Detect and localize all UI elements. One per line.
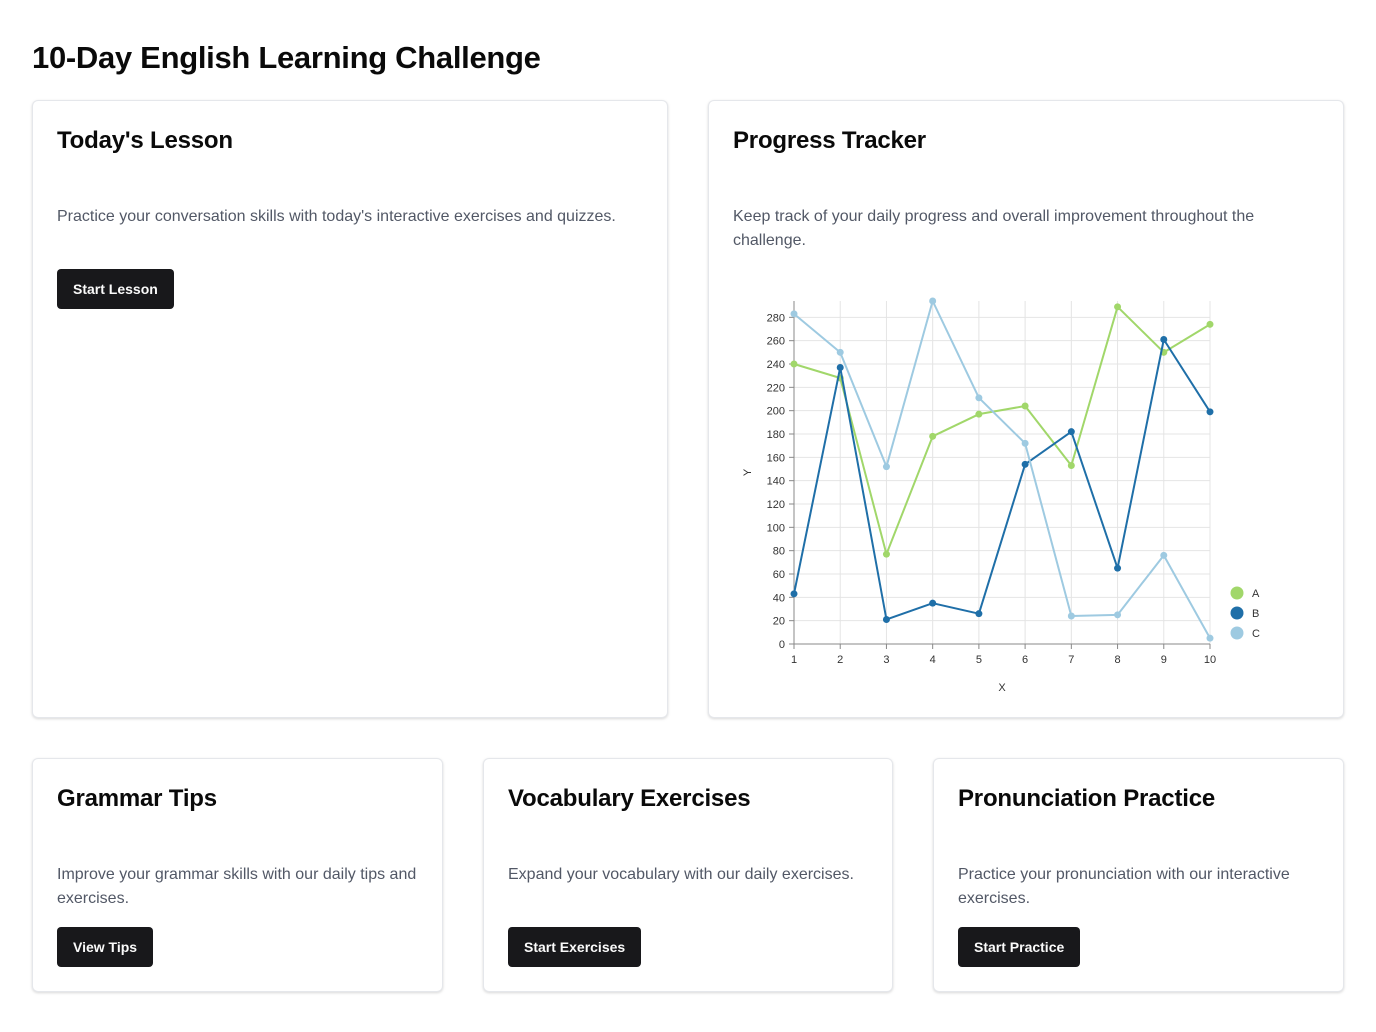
data-point-a — [929, 432, 937, 440]
grammar-tips-card: Grammar Tips Improve your grammar skills… — [32, 758, 443, 992]
data-point-a — [1114, 303, 1122, 311]
data-point-c — [1114, 611, 1122, 619]
x-tick-label: 6 — [1022, 654, 1028, 666]
x-tick-label: 3 — [883, 654, 889, 666]
y-tick-label: 240 — [767, 359, 785, 371]
x-tick-label: 8 — [1114, 654, 1120, 666]
x-tick-label: 2 — [837, 654, 843, 666]
y-tick-label: 80 — [773, 546, 785, 558]
data-point-c — [929, 297, 937, 305]
data-point-a — [1067, 462, 1075, 469]
legend-label-c: C — [1252, 628, 1260, 640]
data-point-b — [929, 599, 937, 607]
todays-lesson-title: Today's Lesson — [57, 127, 233, 154]
data-point-b — [882, 616, 890, 623]
x-tick-label: 7 — [1068, 654, 1074, 666]
y-tick-label: 20 — [773, 616, 785, 628]
x-tick-label: 1 — [791, 654, 797, 666]
progress-tracker-description: Keep track of your daily progress and ov… — [733, 208, 1255, 249]
series-line-c — [793, 300, 1211, 639]
grammar-tips-description: Improve your grammar skills with our dai… — [57, 866, 417, 907]
data-point-b — [975, 610, 983, 618]
pronunciation-practice-title: Pronunciation Practice — [958, 785, 1215, 812]
data-point-b — [1114, 564, 1122, 572]
y-tick-label: 40 — [773, 592, 785, 604]
data-point-a — [975, 410, 983, 418]
legend-swatch-a — [1230, 586, 1244, 600]
legend-swatch-c — [1230, 626, 1244, 640]
data-point-c — [790, 310, 798, 318]
vocabulary-exercises-title: Vocabulary Exercises — [508, 785, 751, 812]
y-tick-label: 260 — [767, 336, 785, 348]
start-exercises-button[interactable]: Start Exercises — [508, 927, 642, 967]
legend-label-b: B — [1252, 608, 1259, 620]
y-tick-label: 100 — [767, 522, 785, 534]
data-point-b — [1160, 336, 1168, 343]
data-point-b — [1067, 428, 1075, 436]
page-title: 10-Day English Learning Challenge — [32, 40, 541, 75]
y-tick-label: 280 — [767, 312, 785, 324]
legend-swatch-b — [1230, 606, 1244, 620]
legend-label-a: A — [1252, 588, 1260, 600]
data-point-a — [882, 550, 890, 558]
y-tick-label: 180 — [767, 429, 785, 441]
data-point-b — [1021, 460, 1029, 468]
y-tick-label: 120 — [767, 499, 785, 511]
data-point-c — [1067, 612, 1075, 620]
todays-lesson-card: Today's Lesson Practice your conversatio… — [32, 100, 668, 718]
data-point-c — [836, 348, 844, 356]
data-point-c — [1206, 634, 1214, 642]
y-tick-label: 60 — [773, 569, 785, 581]
progress-tracker-title: Progress Tracker — [733, 127, 926, 154]
y-axis-title: Y — [742, 468, 754, 476]
data-point-c — [975, 394, 983, 402]
start-practice-button[interactable]: Start Practice — [958, 927, 1081, 967]
data-point-b — [1206, 408, 1214, 416]
x-axis-title: X — [998, 682, 1006, 694]
data-point-c — [1160, 551, 1168, 559]
y-tick-label: 0 — [779, 639, 785, 651]
vocabulary-exercises-description: Expand your vocabulary with our daily ex… — [508, 866, 854, 883]
view-tips-button[interactable]: View Tips — [57, 927, 154, 967]
data-point-b — [836, 364, 844, 371]
series-line-a — [793, 305, 1211, 556]
data-point-c — [882, 463, 890, 471]
data-point-a — [1206, 320, 1214, 328]
y-tick-label: 160 — [767, 452, 785, 464]
data-point-b — [790, 590, 798, 598]
vocabulary-exercises-card: Vocabulary Exercises Expand your vocabul… — [483, 758, 893, 992]
x-tick-label: 5 — [976, 654, 982, 666]
x-tick-label: 4 — [930, 654, 936, 666]
grammar-tips-title: Grammar Tips — [57, 785, 217, 812]
data-point-a — [1021, 402, 1029, 410]
y-tick-label: 200 — [767, 406, 785, 418]
progress-line-chart: 0 20 40 60 80 100 120 140 160 180 200 220 240 260 280 1… — [742, 297, 1260, 694]
y-tick-label: 220 — [767, 382, 785, 394]
data-point-a — [790, 360, 798, 368]
y-tick-label: 140 — [767, 476, 785, 488]
pronunciation-practice-card: Pronunciation Practice Practice your pro… — [933, 758, 1344, 992]
x-tick-label: 10 — [1204, 654, 1216, 666]
start-lesson-button[interactable]: Start Lesson — [57, 269, 174, 309]
data-point-c — [1021, 439, 1029, 447]
progress-tracker-card: Progress Tracker Keep track of your dail… — [708, 100, 1344, 718]
pronunciation-practice-description: Practice your pronunciation with our int… — [958, 866, 1290, 907]
x-tick-label: 9 — [1161, 654, 1167, 666]
todays-lesson-description: Practice your conversation skills with t… — [57, 208, 616, 225]
